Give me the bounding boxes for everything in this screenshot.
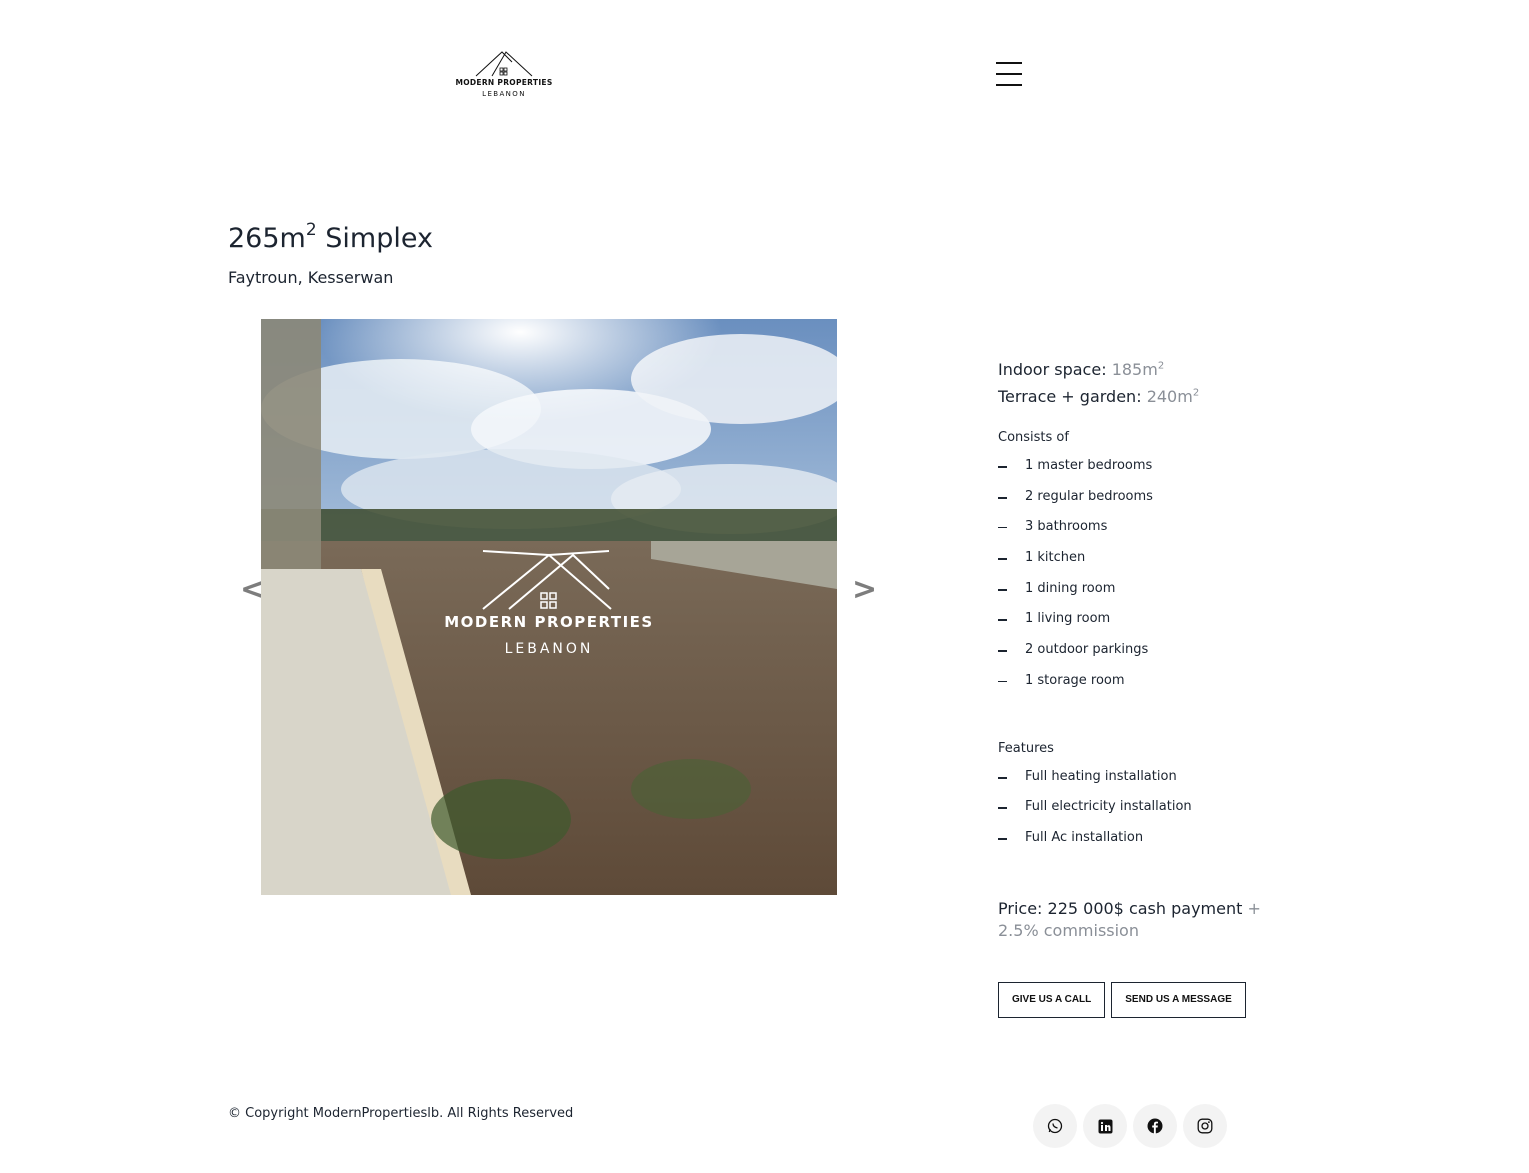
gallery-next-button[interactable]: > [852,572,877,607]
list-item: 1 master bedrooms [998,457,1298,488]
watermark-sub: LEBANON [504,641,594,657]
list-item: 1 dining room [998,580,1298,611]
features-list: Full heating installation Full electrici… [998,768,1298,860]
list-item: Full electricity installation [998,798,1298,829]
list-item: Full heating installation [998,768,1298,799]
instagram-icon[interactable] [1183,1104,1227,1148]
garden-photo-image [261,319,837,895]
listing-details: Indoor space: 185m2 Terrace + garden: 24… [998,360,1298,942]
consists-title: Consists of [998,430,1069,445]
give-us-a-call-button[interactable]: GIVE US A CALL [998,982,1106,1018]
send-us-a-message-button[interactable]: SEND US A MESSAGE [1111,982,1246,1018]
social-links [1033,1104,1227,1148]
terrace-garden-spec: Terrace + garden: 240m2 [998,387,1200,406]
copyright-text: © Copyright ModernPropertieslb. All Righ… [228,1106,574,1121]
hamburger-menu-icon[interactable] [996,62,1024,90]
features-title: Features [998,740,1054,756]
list-item: 3 bathrooms [998,518,1298,549]
list-item: 1 kitchen [998,549,1298,580]
house-logo-icon [475,51,533,77]
consists-list: 1 master bedrooms 2 regular bedrooms 3 b… [998,457,1298,703]
listing-location: Faytroun, Kesserwan [228,268,394,287]
contact-actions: GIVE US A CALL SEND US A MESSAGE [998,982,1246,1018]
indoor-space-spec: Indoor space: 185m2 [998,360,1165,379]
listing-title: 265m2 Simplex [228,220,433,254]
property-photo: MODERN PROPERTIES LEBANON [261,319,837,895]
whatsapp-icon[interactable] [1033,1104,1077,1148]
logo-brand-text: MODERN PROPERTIES [455,78,553,87]
list-item: Full Ac installation [998,829,1298,860]
watermark-brand: MODERN PROPERTIES [444,613,654,631]
facebook-icon[interactable] [1133,1104,1177,1148]
list-item: 1 living room [998,610,1298,641]
linkedin-icon[interactable] [1083,1104,1127,1148]
logo-sub-text: LEBANON [482,90,526,98]
list-item: 2 regular bedrooms [998,488,1298,519]
page: MODERN PROPERTIES LEBANON 265m2 Simplex … [0,0,1529,1173]
price-text: Price: 225 000$ cash payment + 2.5% comm… [998,898,1261,940]
list-item: 2 outdoor parkings [998,641,1298,672]
site-logo[interactable]: MODERN PROPERTIES LEBANON [450,48,560,104]
list-item: 1 storage room [998,672,1298,703]
